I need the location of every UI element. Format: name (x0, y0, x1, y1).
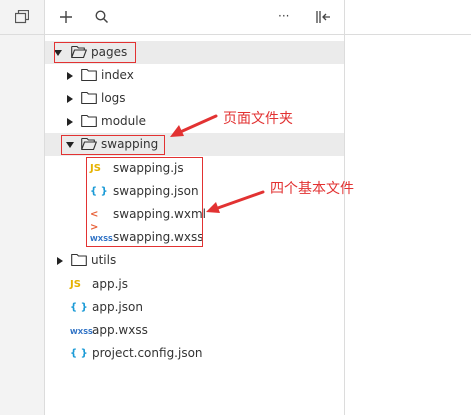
arrow-to-swapping (170, 114, 218, 137)
annotation-page-folder: 页面文件夹 (223, 111, 293, 127)
arrow-to-files (206, 190, 265, 213)
annotation-arrows (170, 114, 265, 213)
annotation-four-files: 四个基本文件 (270, 181, 354, 197)
